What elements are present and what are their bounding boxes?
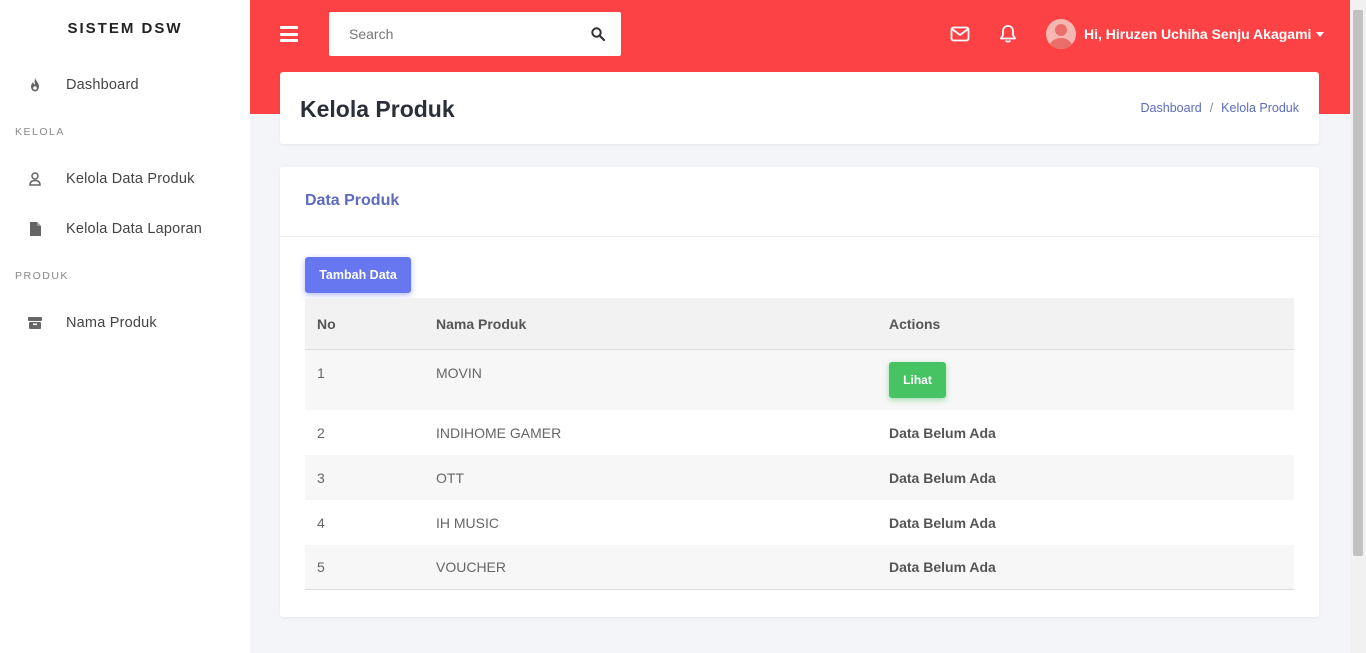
- cell-no: 4: [317, 514, 325, 531]
- cell-name: INDIHOME GAMER: [436, 424, 562, 441]
- card-title: Data Produk: [305, 192, 400, 209]
- page-title: Kelola Produk: [300, 96, 455, 122]
- cell-actions: Lihat: [889, 362, 1294, 398]
- sidebar-section-produk: PRODUK: [15, 270, 69, 282]
- sidebar-item-nama-produk[interactable]: Nama Produk: [0, 298, 250, 348]
- brand-logo[interactable]: SISTEM DSW: [0, 0, 250, 56]
- sidebar-item-kelola-data-laporan[interactable]: Kelola Data Laporan: [0, 204, 250, 254]
- fire-icon: [28, 78, 42, 92]
- file-icon: [28, 222, 42, 236]
- table-row: 2 INDIHOME GAMER Data Belum Ada: [305, 410, 1294, 455]
- cell-actions: Data Belum Ada: [889, 559, 996, 575]
- sidebar-section-kelola: KELOLA: [15, 126, 65, 138]
- cell-name: IH MUSIC: [436, 514, 499, 531]
- search-input[interactable]: [329, 26, 569, 42]
- tambah-data-button[interactable]: Tambah Data: [305, 257, 411, 293]
- column-header-nama-produk: Nama Produk: [436, 315, 527, 332]
- table-row: 1 MOVIN Lihat: [305, 350, 1294, 410]
- sidebar-item-label: Kelola Data Produk: [66, 171, 195, 187]
- table-header: No Nama Produk Actions: [305, 298, 1294, 350]
- table-row: 3 OTT Data Belum Ada: [305, 455, 1294, 500]
- sidebar: SISTEM DSW Dashboard KELOLA Kelola Data …: [0, 0, 250, 653]
- sidebar-item-kelola-data-produk[interactable]: Kelola Data Produk: [0, 154, 250, 204]
- page-header: Kelola Produk Dashboard / Kelola Produk: [280, 72, 1319, 144]
- data-produk-card: Data Produk Tambah Data No Nama Produk A…: [280, 167, 1319, 617]
- breadcrumb: Dashboard / Kelola Produk: [1141, 101, 1299, 115]
- cell-no: 5: [317, 559, 325, 575]
- search-icon[interactable]: [591, 27, 606, 42]
- search-box: [329, 12, 621, 56]
- column-header-no: No: [317, 315, 336, 332]
- cell-name: OTT: [436, 469, 464, 486]
- cell-actions: Data Belum Ada: [889, 424, 996, 441]
- vertical-scrollbar[interactable]: [1350, 0, 1366, 653]
- user-menu[interactable]: Hi, Hiruzen Uchiha Senju Akagami: [1046, 19, 1325, 49]
- cell-actions: Data Belum Ada: [889, 469, 996, 486]
- hamburger-menu-icon[interactable]: [280, 26, 298, 42]
- cell-name: MOVIN: [436, 365, 482, 381]
- cell-no: 1: [317, 365, 325, 381]
- sidebar-item-label: Dashboard: [66, 77, 139, 93]
- cell-no: 3: [317, 469, 325, 486]
- lihat-button[interactable]: Lihat: [889, 362, 946, 398]
- breadcrumb-link-dashboard[interactable]: Dashboard: [1141, 101, 1202, 115]
- column-header-actions: Actions: [889, 315, 941, 332]
- produk-table: No Nama Produk Actions 1 MOVIN Lihat 2 I…: [305, 298, 1294, 590]
- user-icon: [28, 172, 42, 186]
- cell-actions: Data Belum Ada: [889, 514, 996, 531]
- table-row: 5 VOUCHER Data Belum Ada: [305, 545, 1294, 590]
- cell-no: 2: [317, 424, 325, 441]
- user-greeting: Hi, Hiruzen Uchiha Senju Akagami: [1084, 26, 1312, 42]
- cell-name: VOUCHER: [436, 559, 507, 575]
- box-icon: [28, 316, 42, 330]
- sidebar-item-dashboard[interactable]: Dashboard: [0, 60, 250, 110]
- breadcrumb-current: Kelola Produk: [1221, 101, 1299, 115]
- avatar: [1046, 19, 1076, 49]
- chevron-down-icon: [1316, 31, 1325, 37]
- bell-icon[interactable]: [998, 24, 1018, 44]
- envelope-icon[interactable]: [950, 24, 970, 44]
- scrollbar-thumb[interactable]: [1353, 10, 1363, 556]
- sidebar-item-label: Nama Produk: [66, 315, 157, 331]
- divider: [280, 236, 1319, 237]
- table-row: 4 IH MUSIC Data Belum Ada: [305, 500, 1294, 545]
- breadcrumb-separator: /: [1209, 101, 1214, 115]
- sidebar-item-label: Kelola Data Laporan: [66, 221, 203, 237]
